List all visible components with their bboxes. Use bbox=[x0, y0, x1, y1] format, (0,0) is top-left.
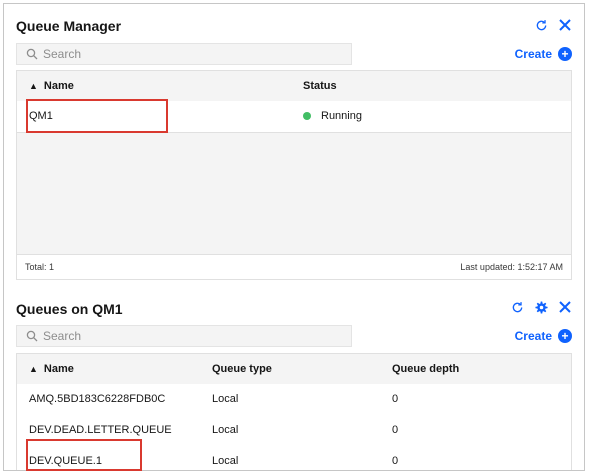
add-icon: + bbox=[558, 47, 572, 61]
status-column-header[interactable]: Status bbox=[303, 71, 337, 101]
create-queue-button[interactable]: Create + bbox=[515, 329, 572, 343]
queue-manager-title: Queue Manager bbox=[16, 18, 122, 34]
total-count: Total: 1 bbox=[25, 262, 55, 272]
queue-manager-panel: Queue Manager Create + ▲Name Sta bbox=[16, 4, 572, 294]
status-running-icon bbox=[303, 112, 311, 121]
queues-panel: Queues on QM1 Search Create + ▲ Name Que… bbox=[16, 289, 572, 470]
queue-name[interactable]: DEV.DEAD.LETTER.QUEUE bbox=[29, 415, 172, 446]
queue-manager-search[interactable] bbox=[16, 43, 352, 65]
last-updated: Last updated: 1:52:17 AM bbox=[460, 262, 563, 272]
queue-manager-name[interactable]: QM1 bbox=[29, 101, 53, 132]
queue-type: Local bbox=[212, 424, 239, 436]
sort-ascending-icon: ▲ bbox=[29, 81, 38, 91]
queues-search[interactable] bbox=[16, 325, 352, 347]
queue-manager-table: ▲ Name Status QM1 Running Total: 1 Last u… bbox=[16, 70, 572, 280]
gear-icon[interactable] bbox=[534, 300, 548, 314]
queue-depth: 0 bbox=[392, 455, 399, 467]
queue-manager-actions bbox=[534, 18, 572, 32]
table-row[interactable]: DEV.QUEUE.1 Local 0 bbox=[17, 446, 571, 470]
table-footer: Total: 1 Last updated: 1:52:17 AM bbox=[17, 254, 571, 279]
queue-name[interactable]: DEV.QUEUE.1 bbox=[29, 446, 102, 470]
table-row[interactable]: QM1 Running bbox=[17, 101, 571, 133]
status-cell: Running bbox=[303, 101, 362, 132]
search-icon bbox=[25, 329, 39, 343]
add-icon: + bbox=[558, 329, 572, 343]
queue-name[interactable]: AMQ.5BD183C6228FDB0C bbox=[29, 384, 165, 415]
table-header: ▲ Name Status bbox=[17, 71, 571, 102]
table-row[interactable]: DEV.DEAD.LETTER.QUEUE Local 0 bbox=[17, 415, 571, 447]
table-header: ▲ Name Queue type Queue depth bbox=[17, 354, 571, 385]
close-icon[interactable] bbox=[558, 18, 572, 32]
create-queue-manager-button[interactable]: Create + bbox=[515, 47, 572, 61]
queues-table: ▲ Name Queue type Queue depth AMQ.5BD183C… bbox=[16, 353, 572, 470]
queue-depth-column-header[interactable]: Queue depth bbox=[392, 354, 459, 384]
table-row[interactable]: AMQ.5BD183C6228FDB0C Local 0 bbox=[17, 384, 571, 416]
refresh-icon[interactable] bbox=[510, 300, 524, 314]
queue-depth: 0 bbox=[392, 393, 399, 405]
sort-ascending-icon: ▲ bbox=[29, 364, 38, 374]
queue-type-column-header[interactable]: Queue type bbox=[212, 354, 272, 384]
refresh-icon[interactable] bbox=[534, 18, 548, 32]
name-column-header[interactable]: ▲ Name bbox=[29, 354, 74, 384]
close-icon[interactable] bbox=[558, 300, 572, 314]
queues-actions bbox=[510, 300, 572, 314]
app-window: Queue Manager Create + ▲Name Sta bbox=[3, 3, 585, 471]
queues-search-input[interactable] bbox=[43, 329, 343, 343]
create-label: Create bbox=[514, 329, 552, 343]
queue-type: Local bbox=[212, 393, 239, 405]
queues-title: Queues on QM1 bbox=[16, 301, 123, 317]
queue-manager-search-input[interactable] bbox=[43, 47, 343, 61]
queue-type: Local bbox=[212, 455, 239, 467]
queue-depth: 0 bbox=[392, 424, 399, 436]
create-label: Create bbox=[514, 47, 552, 61]
name-column-header[interactable]: ▲ Name bbox=[29, 71, 74, 101]
search-icon bbox=[25, 47, 39, 61]
